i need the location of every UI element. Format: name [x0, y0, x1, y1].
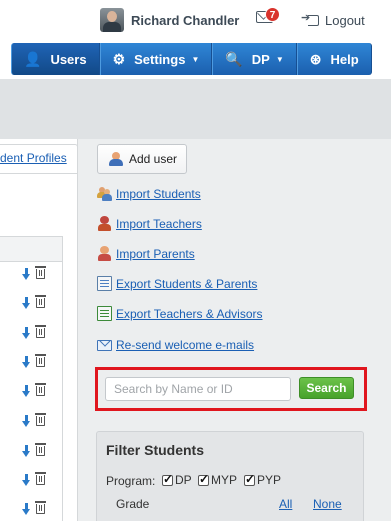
- program-label: Program:: [106, 474, 156, 488]
- table-row-actions: [22, 501, 46, 515]
- download-arrow-icon[interactable]: [22, 415, 31, 427]
- grade-select-all-link[interactable]: All: [279, 497, 292, 511]
- download-arrow-icon[interactable]: [22, 385, 31, 397]
- program-checkbox-pyp[interactable]: PYP: [244, 472, 282, 487]
- trash-icon[interactable]: [35, 443, 46, 456]
- nav-settings[interactable]: ⚙ Settings ▼: [99, 43, 213, 75]
- logout-label: Logout: [325, 13, 365, 28]
- tab-student-profiles-label[interactable]: dent Profiles: [0, 151, 67, 165]
- download-arrow-icon[interactable]: [22, 327, 31, 339]
- table-row-actions: [22, 443, 46, 457]
- main-nav-bar: 👤 Users ⚙ Settings ▼ 🔍 DP ▼ ⊛ Help: [0, 41, 391, 79]
- mail-icon: [97, 339, 112, 351]
- download-arrow-icon[interactable]: [22, 297, 31, 309]
- import-students-link[interactable]: Import Students: [116, 187, 201, 201]
- top-header: Richard Chandler 7 Logout: [0, 0, 391, 42]
- checkbox-checked-icon[interactable]: [244, 472, 255, 486]
- table-header: [0, 236, 62, 262]
- parent-icon: [97, 246, 112, 261]
- user-menu[interactable]: Richard Chandler: [100, 8, 239, 32]
- program-checkbox-myp[interactable]: MYP: [198, 472, 238, 487]
- list-item[interactable]: Re-send welcome e-mails: [97, 338, 254, 352]
- program-myp-label: MYP: [211, 473, 238, 487]
- table-row-actions: [22, 354, 46, 368]
- chevron-down-icon: ▼: [191, 54, 200, 64]
- filter-title: Filter Students: [106, 442, 205, 458]
- trash-icon[interactable]: [35, 383, 46, 396]
- nav-help[interactable]: ⊛ Help: [296, 43, 372, 75]
- user-name[interactable]: Richard Chandler: [131, 13, 239, 28]
- logout-link[interactable]: Logout: [301, 11, 365, 28]
- nav-users[interactable]: 👤 Users: [11, 43, 100, 75]
- program-pyp-label: PYP: [257, 473, 282, 487]
- trash-icon[interactable]: [35, 266, 46, 279]
- download-arrow-icon[interactable]: [22, 445, 31, 457]
- download-arrow-icon[interactable]: [22, 268, 31, 280]
- page-header-strip: [0, 79, 391, 139]
- search-button[interactable]: Search: [299, 377, 354, 399]
- import-parents-link[interactable]: Import Parents: [116, 247, 195, 261]
- teacher-icon: [97, 216, 112, 231]
- trash-icon[interactable]: [35, 295, 46, 308]
- nav-users-label: Users: [50, 51, 87, 67]
- export-teachers-advisors-link[interactable]: Export Teachers & Advisors: [116, 307, 263, 321]
- program-dp-label: DP: [175, 473, 192, 487]
- divider: [0, 173, 78, 174]
- import-teachers-link[interactable]: Import Teachers: [116, 217, 202, 231]
- trash-icon[interactable]: [35, 472, 46, 485]
- search-input[interactable]: [105, 377, 291, 401]
- download-arrow-icon[interactable]: [22, 356, 31, 368]
- add-user-button[interactable]: Add user: [97, 144, 187, 174]
- program-checkbox-dp[interactable]: DP: [162, 472, 192, 487]
- chevron-down-icon: ▼: [275, 54, 284, 64]
- lifebuoy-icon: ⊛: [309, 50, 322, 67]
- add-user-label: Add user: [129, 152, 178, 166]
- export-students-parents-link[interactable]: Export Students & Parents: [116, 277, 257, 291]
- export-sheet-green-icon: [97, 306, 112, 321]
- trash-icon[interactable]: [35, 354, 46, 367]
- resend-welcome-emails-link[interactable]: Re-send welcome e-mails: [116, 338, 254, 352]
- nav-help-label: Help: [330, 51, 359, 67]
- list-item[interactable]: Export Students & Parents: [97, 276, 257, 291]
- grade-label: Grade: [116, 497, 150, 511]
- table-row-actions: [22, 383, 46, 397]
- table-row-actions: [22, 266, 46, 280]
- trash-icon[interactable]: [35, 501, 46, 514]
- list-item[interactable]: Export Teachers & Advisors: [97, 306, 263, 321]
- table-row-actions: [22, 325, 46, 339]
- list-item[interactable]: Import Students: [97, 186, 201, 201]
- messages-badge[interactable]: 7: [265, 7, 280, 22]
- divider: [62, 236, 63, 521]
- user-icon: [108, 152, 124, 166]
- grade-select-none-link[interactable]: None: [313, 497, 342, 511]
- people-icon: [97, 186, 112, 201]
- download-arrow-icon[interactable]: [22, 474, 31, 486]
- avatar[interactable]: [100, 8, 124, 32]
- nav-settings-label: Settings: [134, 51, 186, 67]
- gear-icon: ⚙: [112, 50, 126, 67]
- checkbox-checked-icon[interactable]: [198, 472, 209, 486]
- export-sheet-icon: [97, 276, 112, 291]
- checkbox-checked-icon[interactable]: [162, 472, 173, 486]
- search-icon: 🔍: [225, 50, 243, 67]
- list-item[interactable]: Import Teachers: [97, 216, 202, 231]
- logout-icon: [301, 11, 319, 26]
- table-row-actions: [22, 413, 46, 427]
- trash-icon[interactable]: [35, 413, 46, 426]
- main-nav: 👤 Users ⚙ Settings ▼ 🔍 DP ▼ ⊛ Help: [11, 43, 372, 75]
- nav-dp[interactable]: 🔍 DP ▼: [212, 43, 297, 75]
- trash-icon[interactable]: [35, 325, 46, 338]
- user-icon: 👤: [24, 50, 42, 67]
- list-item[interactable]: Import Parents: [97, 246, 195, 261]
- table-row-actions: [22, 472, 46, 486]
- nav-dp-label: DP: [251, 51, 270, 67]
- download-arrow-icon[interactable]: [22, 503, 31, 515]
- table-row-actions: [22, 295, 46, 309]
